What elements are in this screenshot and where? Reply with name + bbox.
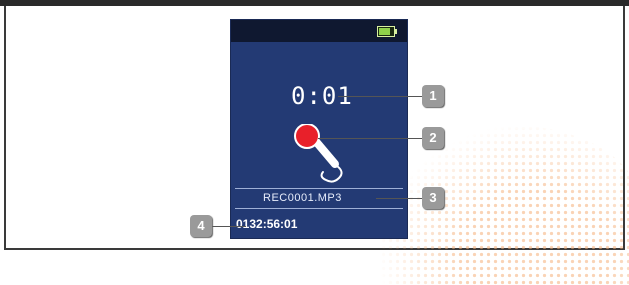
microphone-icon bbox=[294, 124, 343, 183]
recording-filename: REC0001.MP3 bbox=[263, 192, 342, 204]
halftone-decoration bbox=[380, 125, 629, 285]
callout-badge-2: 2 bbox=[422, 127, 444, 149]
device-screen: 0:01 REC0001.MP3 0132:56:01 bbox=[230, 19, 408, 239]
callout-badge-3: 3 bbox=[422, 187, 444, 209]
callout-line-4 bbox=[210, 226, 246, 227]
callout-line-2 bbox=[318, 138, 422, 139]
callout-line-1 bbox=[338, 96, 422, 97]
remaining-time: 0132:56:01 bbox=[236, 217, 298, 231]
callout-badge-1: 1 bbox=[422, 85, 444, 107]
battery-level bbox=[379, 28, 390, 35]
status-bar bbox=[231, 20, 407, 42]
callout-line-3 bbox=[376, 198, 422, 199]
battery-icon bbox=[377, 26, 397, 37]
callout-badge-4: 4 bbox=[190, 215, 212, 237]
